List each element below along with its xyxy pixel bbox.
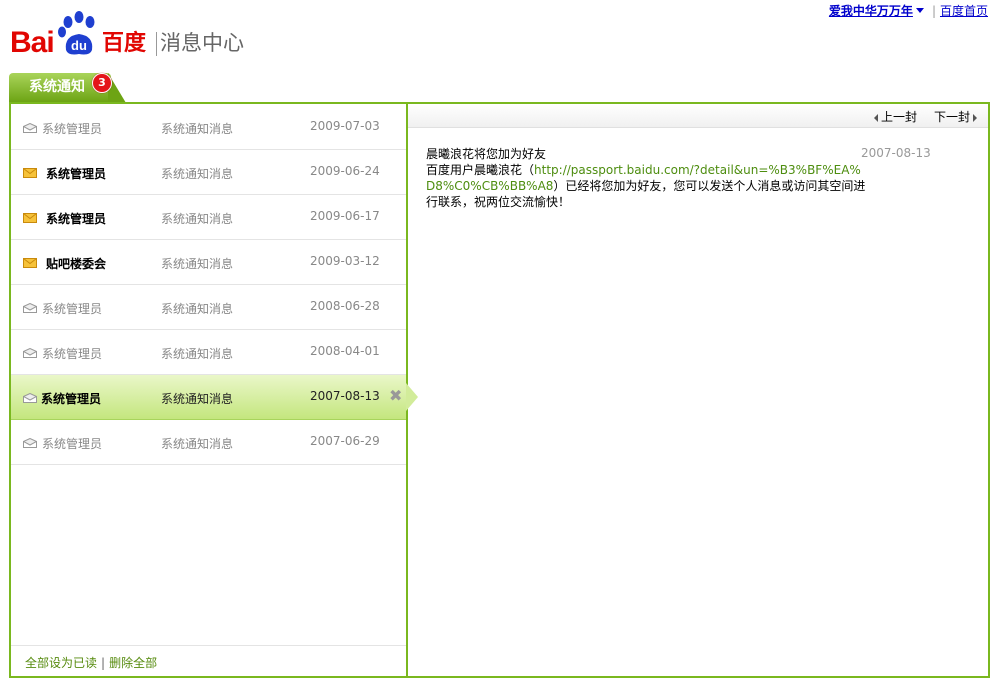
message-body: 晨曦浪花将您加为好友 百度用户晨曦浪花（http://passport.baid…	[426, 146, 866, 210]
next-label: 下一封	[934, 110, 971, 124]
message-sender: 系统管理员	[46, 167, 107, 181]
message-row[interactable]: 贴吧楼委会 系统通知消息 2009-03-12	[11, 240, 406, 285]
message-subject: 系统通知消息	[161, 122, 234, 136]
mark-all-read-link[interactable]: 全部设为已读	[25, 656, 97, 670]
baidu-logo[interactable]: Bai du 百度 消息中心	[10, 10, 270, 60]
envelope-open-icon	[23, 438, 37, 448]
chevron-down-icon[interactable]	[915, 8, 924, 13]
message-subject: 系统通知消息	[161, 437, 234, 451]
unread-count-badge: 3	[92, 73, 112, 93]
message-rows: 系统管理员 系统通知消息 2009-07-03 系统管理员 系统通知消息 2009-06-…	[11, 105, 418, 465]
envelope-open-icon	[23, 393, 37, 403]
message-subject: 系统通知消息	[161, 212, 234, 226]
message-subject: 系统通知消息	[161, 167, 234, 181]
separator: |	[931, 4, 936, 18]
prev-label: 上一封	[881, 110, 918, 124]
chevron-right-icon	[973, 113, 978, 122]
message-sender: 系统管理员	[46, 212, 107, 226]
delete-all-link[interactable]: 删除全部	[109, 656, 157, 670]
message-date: 2007-08-13	[861, 146, 931, 160]
message-sender: 系统管理员	[42, 122, 103, 136]
envelope-open-icon	[23, 348, 37, 358]
envelope-unread-icon	[23, 258, 37, 268]
message-row[interactable]: 系统管理员 系统通知消息 2009-06-24	[11, 150, 406, 195]
message-row[interactable]: 系统管理员 系统通知消息 2009-07-03	[11, 105, 406, 150]
tab-label: 系统通知	[29, 79, 85, 95]
message-date: 2009-06-17	[310, 209, 380, 223]
message-text-prefix: 百度用户晨曦浪花（	[426, 163, 535, 177]
message-date: 2009-03-12	[310, 254, 380, 268]
prev-message-button[interactable]: 上一封	[874, 108, 917, 125]
message-date: 2007-06-29	[310, 434, 380, 448]
separator: |	[101, 656, 106, 670]
envelope-unread-icon	[23, 213, 37, 223]
message-frame: 系统管理员 系统通知消息 2009-07-03 系统管理员 系统通知消息 2009-06-…	[9, 102, 990, 678]
paw-icon: du	[58, 11, 95, 55]
logo-text-cn: 百度	[102, 31, 147, 56]
message-date: 2009-06-24	[310, 164, 380, 178]
message-subject: 系统通知消息	[161, 257, 234, 271]
message-subject: 系统通知消息	[161, 392, 234, 406]
message-row[interactable]: 系统管理员 系统通知消息 2009-06-17	[11, 195, 406, 240]
envelope-open-icon	[23, 303, 37, 313]
message-sender: 系统管理员	[41, 392, 102, 406]
page-title: 消息中心	[160, 31, 244, 55]
message-sender: 贴吧楼委会	[46, 257, 107, 271]
logo-text-bai: Bai	[10, 26, 55, 59]
message-row[interactable]: 系统管理员 系统通知消息 2007-08-13 ✖	[11, 375, 418, 420]
message-sender: 系统管理员	[42, 302, 103, 316]
username-link[interactable]: 爱我中华万万年	[829, 4, 913, 18]
top-links: 爱我中华万万年 | 百度首页	[829, 2, 988, 19]
envelope-unread-icon	[23, 168, 37, 178]
message-date: 2008-04-01	[310, 344, 380, 358]
message-list: 系统管理员 系统通知消息 2009-07-03 系统管理员 系统通知消息 2009-06-…	[11, 104, 418, 676]
logo-divider	[156, 32, 157, 56]
message-row[interactable]: 系统管理员 系统通知消息 2008-06-28	[11, 285, 406, 330]
message-sender: 系统管理员	[42, 347, 103, 361]
message-row[interactable]: 系统管理员 系统通知消息 2007-06-29	[11, 420, 406, 465]
message-date: 2009-07-03	[310, 119, 380, 133]
message-date: 2008-06-28	[310, 299, 380, 313]
reading-pane: 上一封 下一封 晨曦浪花将您加为好友 百度用户晨曦浪花（http://passp…	[408, 104, 988, 676]
message-nav: 上一封 下一封	[408, 104, 988, 128]
message-date: 2007-08-13	[310, 389, 380, 403]
message-subject: 系统通知消息	[161, 347, 234, 361]
message-subject: 系统通知消息	[161, 302, 234, 316]
logo-text-du: du	[71, 38, 87, 53]
list-footer: 全部设为已读 | 删除全部	[11, 645, 406, 676]
message-row[interactable]: 系统管理员 系统通知消息 2008-04-01	[11, 330, 406, 375]
delete-message-button[interactable]: ✖	[389, 386, 402, 405]
envelope-open-icon	[23, 123, 37, 133]
next-message-button[interactable]: 下一封	[934, 108, 978, 125]
message-sender: 系统管理员	[42, 437, 103, 451]
message-title: 晨曦浪花将您加为好友	[426, 147, 547, 161]
chevron-left-icon	[874, 113, 878, 122]
baidu-home-link[interactable]: 百度首页	[940, 4, 988, 18]
